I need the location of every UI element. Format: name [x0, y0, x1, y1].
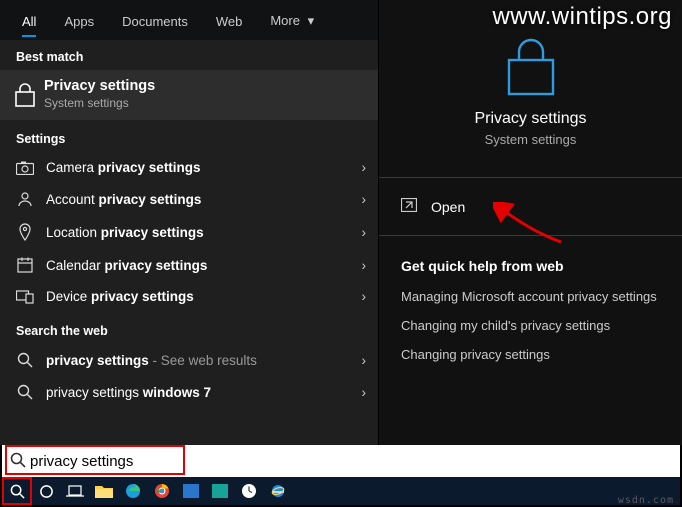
web-result-1[interactable]: privacy settings - See web results ›	[0, 344, 378, 376]
search-icon	[14, 352, 36, 368]
detail-hero: Privacy settings System settings	[379, 0, 682, 169]
chevron-right-icon: ›	[362, 192, 367, 207]
result-label: Location privacy settings	[46, 225, 204, 240]
taskbar-chrome[interactable]	[149, 479, 175, 503]
search-bar	[2, 445, 680, 477]
taskbar-edge[interactable]	[120, 479, 146, 503]
open-icon	[401, 198, 417, 215]
taskbar-search-button[interactable]	[4, 479, 30, 503]
result-label: privacy settings - See web results	[46, 353, 257, 368]
tab-more[interactable]: More ▾	[256, 3, 328, 37]
divider	[379, 235, 682, 236]
result-label: Calendar privacy settings	[46, 258, 207, 273]
search-web-label: Search the web	[0, 312, 378, 344]
result-label: Device privacy settings	[46, 289, 194, 304]
person-icon	[14, 191, 36, 207]
search-panel: All Apps Documents Web More ▾ Best match…	[0, 0, 682, 445]
taskbar-app-blue[interactable]	[178, 479, 204, 503]
open-label: Open	[431, 199, 465, 215]
location-icon	[14, 223, 36, 241]
detail-title: Privacy settings	[474, 110, 586, 128]
chevron-right-icon: ›	[362, 353, 367, 368]
result-label: Camera privacy settings	[46, 160, 201, 175]
tab-all[interactable]: All	[8, 4, 50, 37]
best-match-label: Best match	[0, 40, 378, 70]
open-action[interactable]: Open	[379, 186, 682, 227]
tab-apps[interactable]: Apps	[50, 4, 108, 37]
tab-more-label: More	[270, 13, 300, 28]
search-filter-tabs: All Apps Documents Web More ▾	[0, 0, 378, 40]
settings-label: Settings	[0, 120, 378, 152]
web-result-2[interactable]: privacy settings windows 7 ›	[0, 376, 378, 408]
calendar-icon	[14, 257, 36, 273]
detail-pane: Privacy settings System settings Open Ge…	[378, 0, 682, 445]
best-match-title: Privacy settings	[44, 78, 155, 94]
settings-result-location[interactable]: Location privacy settings ›	[0, 215, 378, 249]
results-pane: All Apps Documents Web More ▾ Best match…	[0, 0, 378, 445]
result-label: privacy settings windows 7	[46, 385, 211, 400]
quick-link[interactable]: Changing privacy settings	[379, 340, 682, 369]
settings-result-calendar[interactable]: Calendar privacy settings ›	[0, 249, 378, 281]
lock-icon	[12, 80, 38, 110]
divider	[379, 177, 682, 178]
tab-web[interactable]: Web	[202, 4, 257, 37]
quick-link[interactable]: Managing Microsoft account privacy setti…	[379, 282, 682, 311]
settings-result-device[interactable]: Device privacy settings ›	[0, 281, 378, 312]
lock-icon	[503, 34, 559, 98]
taskbar-clock-icon[interactable]	[236, 479, 262, 503]
search-icon	[14, 384, 36, 400]
chevron-right-icon: ›	[362, 385, 367, 400]
search-input[interactable]	[30, 453, 230, 470]
search-icon	[10, 452, 26, 471]
chevron-right-icon: ›	[362, 258, 367, 273]
taskbar-ie[interactable]	[265, 479, 291, 503]
quick-link[interactable]: Changing my child's privacy settings	[379, 311, 682, 340]
settings-result-camera[interactable]: Camera privacy settings ›	[0, 152, 378, 183]
best-match-subtitle: System settings	[44, 96, 155, 110]
best-match-result[interactable]: Privacy settings System settings	[0, 70, 378, 120]
camera-icon	[14, 161, 36, 175]
taskbar-task-view[interactable]	[62, 479, 88, 503]
chevron-right-icon: ›	[362, 289, 367, 304]
taskbar-app-teal[interactable]	[207, 479, 233, 503]
chevron-right-icon: ›	[362, 225, 367, 240]
settings-result-account[interactable]: Account privacy settings ›	[0, 183, 378, 215]
chevron-right-icon: ›	[362, 160, 367, 175]
chevron-down-icon: ▾	[308, 13, 315, 28]
result-label: Account privacy settings	[46, 192, 201, 207]
devices-icon	[14, 290, 36, 304]
taskbar-explorer[interactable]	[91, 479, 117, 503]
detail-subtitle: System settings	[485, 132, 577, 147]
quick-help-title: Get quick help from web	[379, 244, 682, 282]
taskbar-cortana[interactable]	[33, 479, 59, 503]
taskbar	[2, 477, 680, 505]
annotation-arrow	[493, 202, 563, 248]
tab-documents[interactable]: Documents	[108, 4, 202, 37]
